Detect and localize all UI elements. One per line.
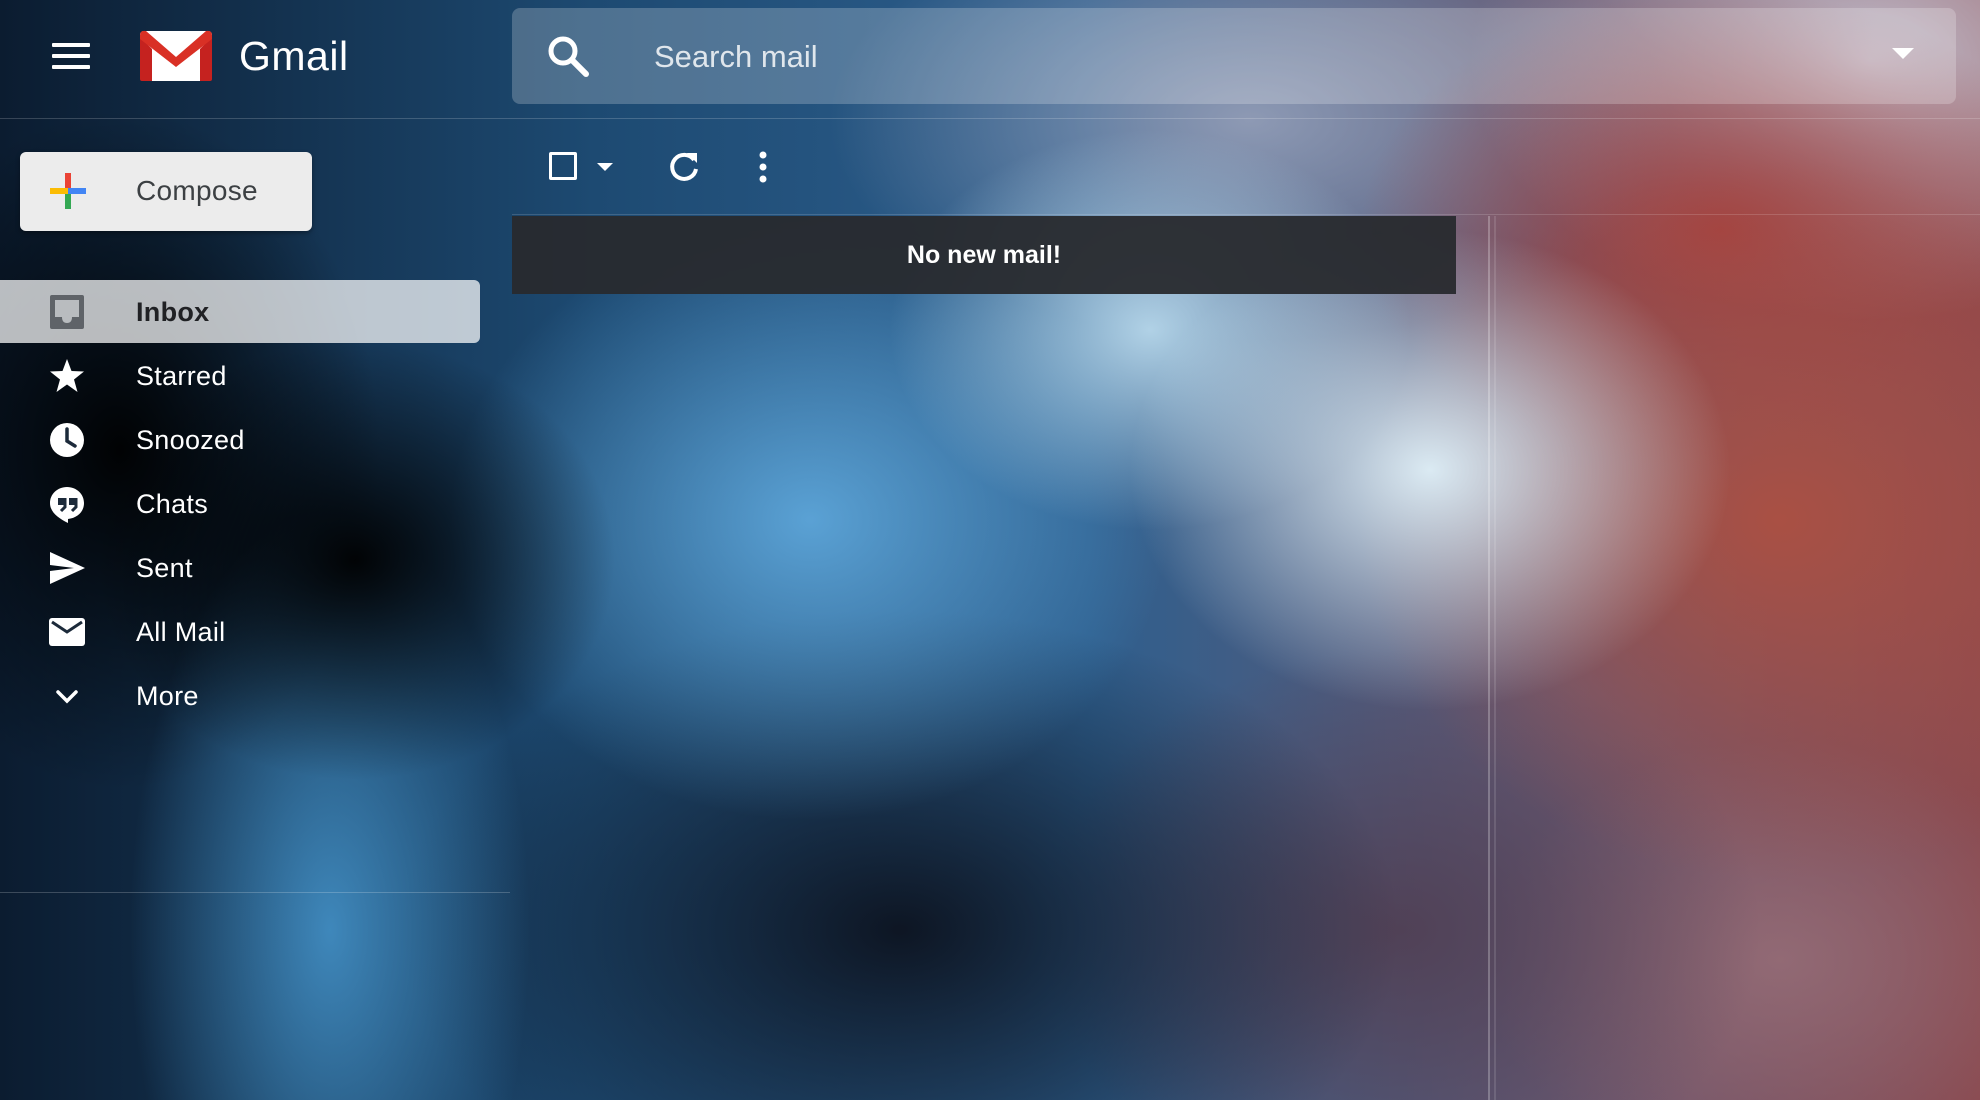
sidebar-item-starred[interactable]: Starred	[0, 344, 480, 407]
star-icon	[50, 359, 84, 392]
search-bar	[512, 8, 1956, 104]
refresh-icon[interactable]	[667, 150, 701, 184]
search-icon[interactable]	[546, 34, 590, 78]
gmail-logo-icon	[140, 30, 212, 81]
sidebar-item-label: Inbox	[136, 297, 210, 327]
sidebar-item-label: Chats	[136, 489, 209, 519]
chat-icon	[50, 487, 84, 523]
clock-icon	[50, 423, 84, 457]
sidebar-item-label: All Mail	[136, 617, 226, 647]
main-menu-button[interactable]	[52, 43, 92, 73]
panel-divider	[1494, 216, 1496, 1100]
chevron-down-icon	[56, 690, 78, 704]
mail-icon	[49, 618, 85, 646]
select-options-dropdown-icon[interactable]	[597, 163, 613, 171]
compose-button[interactable]: Compose	[20, 152, 312, 231]
gmail-page: Gmail Compose Inbox Starred	[0, 0, 1980, 1100]
compose-label: Compose	[136, 175, 258, 206]
sidebar-item-all-mail[interactable]: All Mail	[0, 600, 480, 663]
sidebar-item-label: Starred	[136, 361, 227, 391]
no-new-mail-notice: No new mail!	[512, 216, 1456, 294]
search-options-dropdown-icon[interactable]	[1892, 48, 1914, 59]
panel-divider	[1488, 216, 1490, 1100]
sidebar-divider	[0, 892, 510, 893]
sidebar-item-more[interactable]: More	[0, 664, 480, 727]
send-icon	[50, 552, 85, 584]
app-name: Gmail	[239, 33, 349, 79]
select-all-checkbox[interactable]	[549, 152, 577, 180]
sidebar-item-chats[interactable]: Chats	[0, 472, 480, 535]
inbox-icon	[50, 295, 84, 329]
search-input[interactable]	[652, 30, 1756, 84]
sidebar-item-label: Snoozed	[136, 425, 245, 455]
sidebar-item-label: Sent	[136, 553, 193, 583]
sidebar-item-sent[interactable]: Sent	[0, 536, 480, 599]
more-options-icon[interactable]	[755, 150, 771, 184]
plus-icon	[50, 173, 86, 209]
sidebar-item-label: More	[136, 681, 199, 711]
sidebar-item-snoozed[interactable]: Snoozed	[0, 408, 480, 471]
sidebar-item-inbox[interactable]: Inbox	[0, 280, 480, 343]
toolbar-divider	[512, 214, 1980, 215]
header-divider	[0, 118, 1980, 119]
